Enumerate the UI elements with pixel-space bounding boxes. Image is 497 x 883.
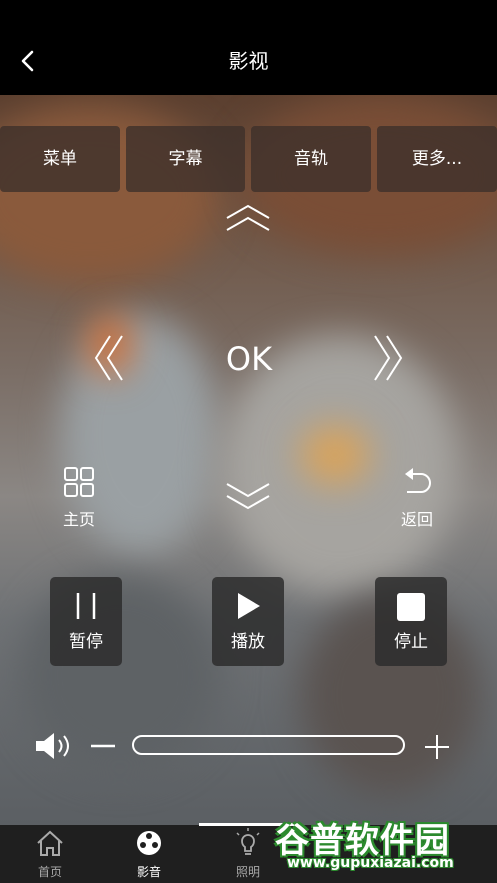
- house-icon: [37, 830, 63, 856]
- volume-slider[interactable]: [132, 735, 405, 755]
- down-arrow-icon[interactable]: [225, 480, 271, 512]
- page-title: 影视: [228, 49, 269, 73]
- up-arrow-icon[interactable]: [225, 204, 271, 234]
- app-screen: 影视 菜单 字幕 音轨 更多... OK 主页 返回 暂停 播放 停止 首页 影…: [0, 0, 497, 883]
- speaker-icon: [34, 730, 76, 762]
- more-button[interactable]: 更多...: [377, 126, 497, 192]
- subtitle-button[interactable]: 字幕: [126, 126, 245, 192]
- option-buttons: 菜单 字幕 音轨 更多...: [0, 126, 497, 192]
- play-label: 播放: [231, 632, 265, 652]
- play-button[interactable]: 播放: [212, 577, 284, 666]
- grid-icon: [64, 467, 94, 497]
- watermark-url: www.gupuxiazai.com: [287, 855, 454, 871]
- film-reel-icon: [137, 831, 161, 855]
- pause-button[interactable]: 暂停: [50, 577, 122, 666]
- menu-button[interactable]: 菜单: [0, 126, 120, 192]
- volume-up-icon[interactable]: [424, 734, 450, 760]
- home-button[interactable]: 主页: [54, 466, 104, 530]
- play-icon: [238, 593, 260, 619]
- pause-icon: [76, 593, 96, 619]
- undo-icon: [405, 468, 431, 493]
- right-arrow-icon[interactable]: [371, 334, 403, 382]
- tab-media-label: 影音: [136, 865, 161, 879]
- stop-icon: [397, 593, 425, 621]
- home-label: 主页: [62, 510, 95, 529]
- tab-home[interactable]: 首页: [0, 825, 100, 883]
- header: 影视: [0, 0, 497, 95]
- audio-track-button[interactable]: 音轨: [251, 126, 371, 192]
- tab-home-label: 首页: [37, 865, 62, 879]
- tab-media[interactable]: 影音: [99, 825, 199, 883]
- return-label: 返回: [400, 510, 433, 529]
- watermark: 谷普软件园 www.gupuxiazai.com: [275, 813, 497, 883]
- volume-down-icon[interactable]: [90, 735, 116, 757]
- return-button[interactable]: 返回: [392, 466, 442, 530]
- ok-button[interactable]: OK: [200, 336, 298, 382]
- left-arrow-icon[interactable]: [94, 334, 126, 382]
- stop-button[interactable]: 停止: [375, 577, 447, 666]
- pause-label: 暂停: [69, 632, 103, 652]
- stop-label: 停止: [394, 632, 428, 652]
